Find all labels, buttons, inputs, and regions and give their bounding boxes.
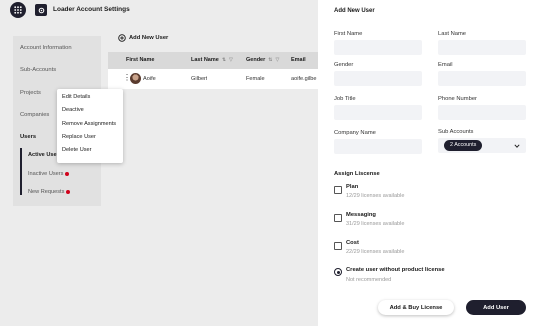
phone-label: Phone Number <box>438 96 477 102</box>
company-label: Company Name <box>334 130 376 136</box>
messaging-checkbox[interactable] <box>334 214 342 222</box>
column-gender[interactable]: Gender ⇅ ▽ <box>246 57 279 63</box>
sidebar-item-inactive-users[interactable]: Inactive Users <box>28 171 70 177</box>
table-header: First Name Last Name ⇅ ▽ Gender ⇅ ▽ Emai… <box>108 52 318 69</box>
sub-accounts-select[interactable]: 2 Accounts <box>438 138 526 153</box>
email-label: Email <box>438 62 453 68</box>
column-label: Gender <box>246 57 266 63</box>
sidebar-item-users[interactable]: Users <box>20 134 36 140</box>
cost-license-name: Cost <box>346 240 359 246</box>
app-grid-button[interactable] <box>10 2 26 18</box>
menu-item-deactive[interactable]: Deactive <box>62 107 84 113</box>
cell-last-name: Gilbert <box>191 76 208 82</box>
table-row[interactable]: ⋮ Aoife Gilbert Female aoife.gilbe <box>108 69 318 89</box>
company-field[interactable] <box>334 139 422 154</box>
messaging-license-name: Messaging <box>346 212 376 218</box>
phone-field[interactable] <box>438 105 526 120</box>
add-circle-icon <box>118 34 126 42</box>
column-first-name[interactable]: First Name <box>126 57 154 63</box>
messaging-license-availability: 31/29 licenses available <box>346 221 405 227</box>
column-label: Last Name <box>191 57 219 63</box>
gender-field[interactable] <box>334 71 422 86</box>
cost-checkbox[interactable] <box>334 242 342 250</box>
page-title: Loader Account Settings <box>53 6 130 13</box>
app-grid-icon <box>14 6 22 14</box>
cost-license-availability: 22/29 licenses available <box>346 249 405 255</box>
add-and-buy-license-button[interactable]: Add & Buy License <box>378 300 454 315</box>
settings-badge <box>35 4 47 16</box>
add-user-panel: Add New User First Name Last Name Gender… <box>318 0 539 326</box>
gender-label: Gender <box>334 62 354 68</box>
panel-title: Add New User <box>334 8 375 14</box>
cell-email: aoife.gilbe <box>291 76 317 82</box>
avatar <box>130 73 141 84</box>
cell-first-name: Aoife <box>143 76 156 82</box>
settings-gear-icon <box>38 7 44 13</box>
notification-dot <box>66 190 71 194</box>
email-field[interactable] <box>438 71 526 86</box>
active-indicator <box>20 148 22 195</box>
no-license-option-note: Not recommended <box>346 277 392 283</box>
sidebar-item-account-information[interactable]: Account Information <box>20 45 72 51</box>
users-table: First Name Last Name ⇅ ▽ Gender ⇅ ▽ Emai… <box>108 52 318 89</box>
accounts-pill: 2 Accounts <box>444 140 483 151</box>
add-new-user-label: Add New User <box>129 35 169 41</box>
sub-accounts-label: Sub Accounts <box>438 129 474 135</box>
filter-icon[interactable]: ▽ <box>229 57 233 63</box>
menu-item-delete-user[interactable]: Delete User <box>62 147 92 153</box>
assign-license-title: Assign Liscense <box>334 171 380 177</box>
sort-icon[interactable]: ⇅ <box>222 57 226 63</box>
cell-gender: Female <box>246 76 265 82</box>
no-license-option-label: Create user without product license <box>346 267 445 273</box>
column-label: Email <box>291 57 306 63</box>
plan-checkbox[interactable] <box>334 186 342 194</box>
add-new-user-button[interactable]: Add New User <box>118 34 168 42</box>
no-license-radio[interactable] <box>334 268 342 276</box>
filter-icon[interactable]: ▽ <box>275 57 279 63</box>
first-name-label: First Name <box>334 31 363 37</box>
last-name-label: Last Name <box>438 31 467 37</box>
menu-item-edit-details[interactable]: Edit Details <box>62 94 90 100</box>
sidebar-item-label: New Requests <box>28 189 65 195</box>
menu-item-replace-user[interactable]: Replace User <box>62 134 96 140</box>
sidebar-item-companies[interactable]: Companies <box>20 112 49 118</box>
column-email[interactable]: Email <box>291 57 306 63</box>
first-name-field[interactable] <box>334 40 422 55</box>
add-user-button[interactable]: Add User <box>466 300 526 315</box>
last-name-field[interactable] <box>438 40 526 55</box>
row-context-menu: Edit Details Deactive Remove Assignments… <box>57 89 123 163</box>
plan-license-availability: 12/29 licenses available <box>346 193 405 199</box>
column-label: First Name <box>126 57 155 63</box>
sidebar-item-sub-accounts[interactable]: Sub-Accounts <box>20 67 56 73</box>
job-title-label: Job Title <box>334 96 356 102</box>
column-last-name[interactable]: Last Name ⇅ ▽ <box>191 57 233 63</box>
plan-license-name: Plan <box>346 184 359 190</box>
menu-item-remove-assignments[interactable]: Remove Assignments <box>62 121 116 127</box>
sidebar-item-projects[interactable]: Projects <box>20 90 41 96</box>
chevron-down-icon <box>514 144 520 148</box>
job-title-field[interactable] <box>334 105 422 120</box>
sidebar-item-new-requests[interactable]: New Requests <box>28 189 71 195</box>
notification-dot <box>65 172 70 176</box>
sort-icon[interactable]: ⇅ <box>268 57 272 63</box>
sidebar-item-label: Inactive Users <box>28 171 64 177</box>
